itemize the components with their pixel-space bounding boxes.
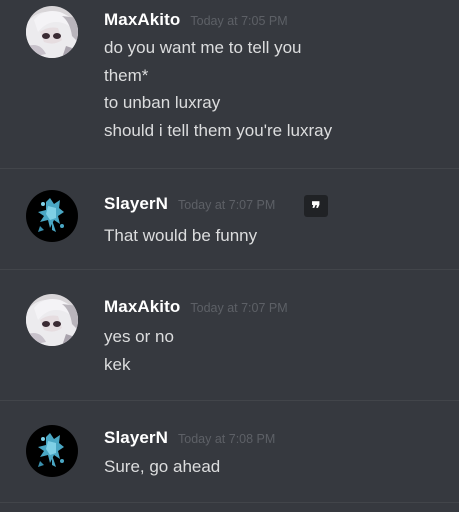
message-header: SlayerN Today at 7:08 PM <box>104 428 275 450</box>
message-line: to unban luxray <box>104 93 221 112</box>
message-line: yes or no <box>104 327 174 346</box>
message-header: MaxAkito Today at 7:07 PM <box>104 297 288 319</box>
message-content: yes or no kek <box>104 323 174 378</box>
message-divider <box>0 502 459 503</box>
message-header: SlayerN Today at 7:07 PM <box>104 194 275 216</box>
message-divider <box>0 400 459 401</box>
message-line: That would be funny <box>104 226 258 245</box>
message-line: Sure, go ahead <box>104 457 221 476</box>
message-line: them* <box>104 65 149 85</box>
slayern-avatar-image <box>26 425 78 477</box>
message-content: That would be funny <box>104 222 257 250</box>
chat-message-list: MaxAkito Today at 7:05 PM do you want me… <box>0 0 459 512</box>
timestamp: Today at 7:07 PM <box>190 301 288 315</box>
quote-icon[interactable]: ❞ <box>304 195 328 219</box>
maxakito-avatar-image <box>26 6 78 58</box>
username[interactable]: SlayerN <box>104 428 168 448</box>
message-content: Sure, go ahead <box>104 453 220 481</box>
avatar[interactable] <box>26 425 78 477</box>
message-line: should i tell them you're luxray <box>104 120 333 140</box>
message-divider <box>0 269 459 270</box>
slayern-avatar-image <box>26 190 78 242</box>
message-line: do you want me to tell you <box>104 38 302 57</box>
maxakito-avatar-image <box>26 294 78 346</box>
avatar[interactable] <box>26 294 78 346</box>
avatar[interactable] <box>26 190 78 242</box>
timestamp: Today at 7:05 PM <box>190 14 288 28</box>
message-content: do you want me to tell you them* to unba… <box>104 34 332 144</box>
timestamp: Today at 7:07 PM <box>178 198 276 212</box>
username[interactable]: SlayerN <box>104 194 168 214</box>
avatar[interactable] <box>26 6 78 58</box>
username[interactable]: MaxAkito <box>104 297 180 317</box>
message-header: MaxAkito Today at 7:05 PM <box>104 10 288 32</box>
timestamp: Today at 7:08 PM <box>178 432 276 446</box>
message-divider <box>0 168 459 169</box>
username[interactable]: MaxAkito <box>104 10 180 30</box>
message-line: kek <box>104 354 131 374</box>
